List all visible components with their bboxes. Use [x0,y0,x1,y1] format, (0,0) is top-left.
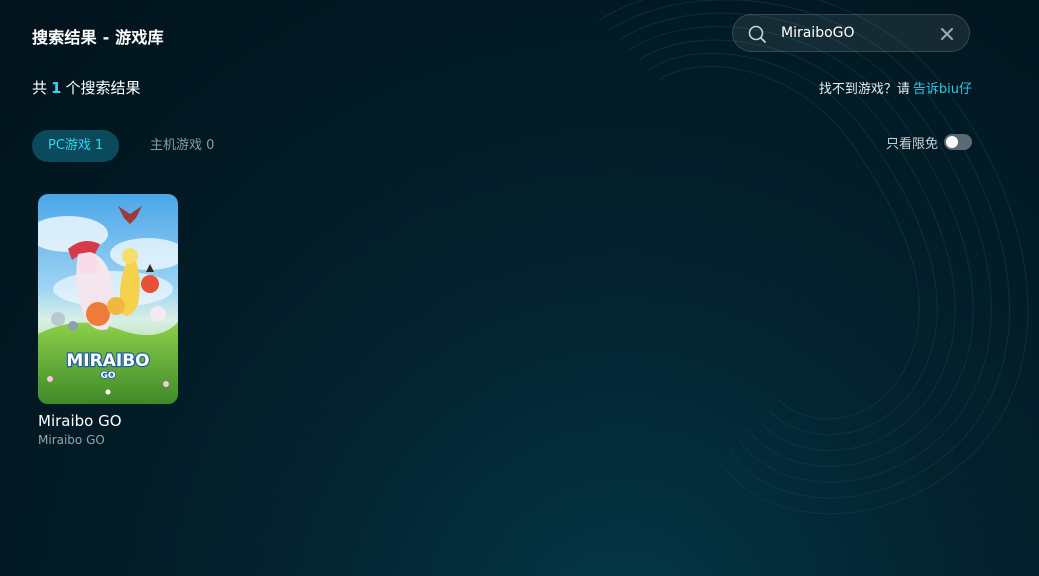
cover-logo-sub: GO [100,371,115,381]
clear-search-icon[interactable] [939,26,955,42]
game-title[interactable]: Miraibo GO [38,412,178,430]
feedback-text: 找不到游戏？请 [818,82,910,97]
result-count-prefix: 共 [32,79,48,97]
search-box[interactable] [732,14,970,52]
free-only-filter: 只看限免 [886,132,972,152]
tab-console-games[interactable]: 主机游戏 0 [150,130,214,162]
free-only-toggle[interactable] [944,134,972,150]
game-cover-image[interactable]: MIRAIBO GO [38,194,178,404]
result-count-suffix: 个搜索结果 [65,79,141,97]
game-subtitle: Miraibo GO [38,433,105,447]
feedback-link[interactable]: 告诉biu仔 [913,82,972,97]
search-icon [748,25,766,43]
feedback-prompt: 找不到游戏？请 告诉biu仔 [819,78,972,97]
search-input[interactable] [781,23,931,43]
page-title: 搜索结果 - 游戏库 [32,28,164,47]
result-count-number: 1 [51,79,62,97]
cover-logo: MIRAIBO [66,351,149,371]
result-count: 共 1 个搜索结果 [32,77,140,98]
tab-pc-games[interactable]: PC游戏 1 [32,130,120,162]
toggle-knob [946,136,958,148]
free-only-label: 只看限免 [885,136,938,152]
game-card[interactable]: MIRAIBO GO Miraibo GO Miraibo GO [38,194,178,447]
